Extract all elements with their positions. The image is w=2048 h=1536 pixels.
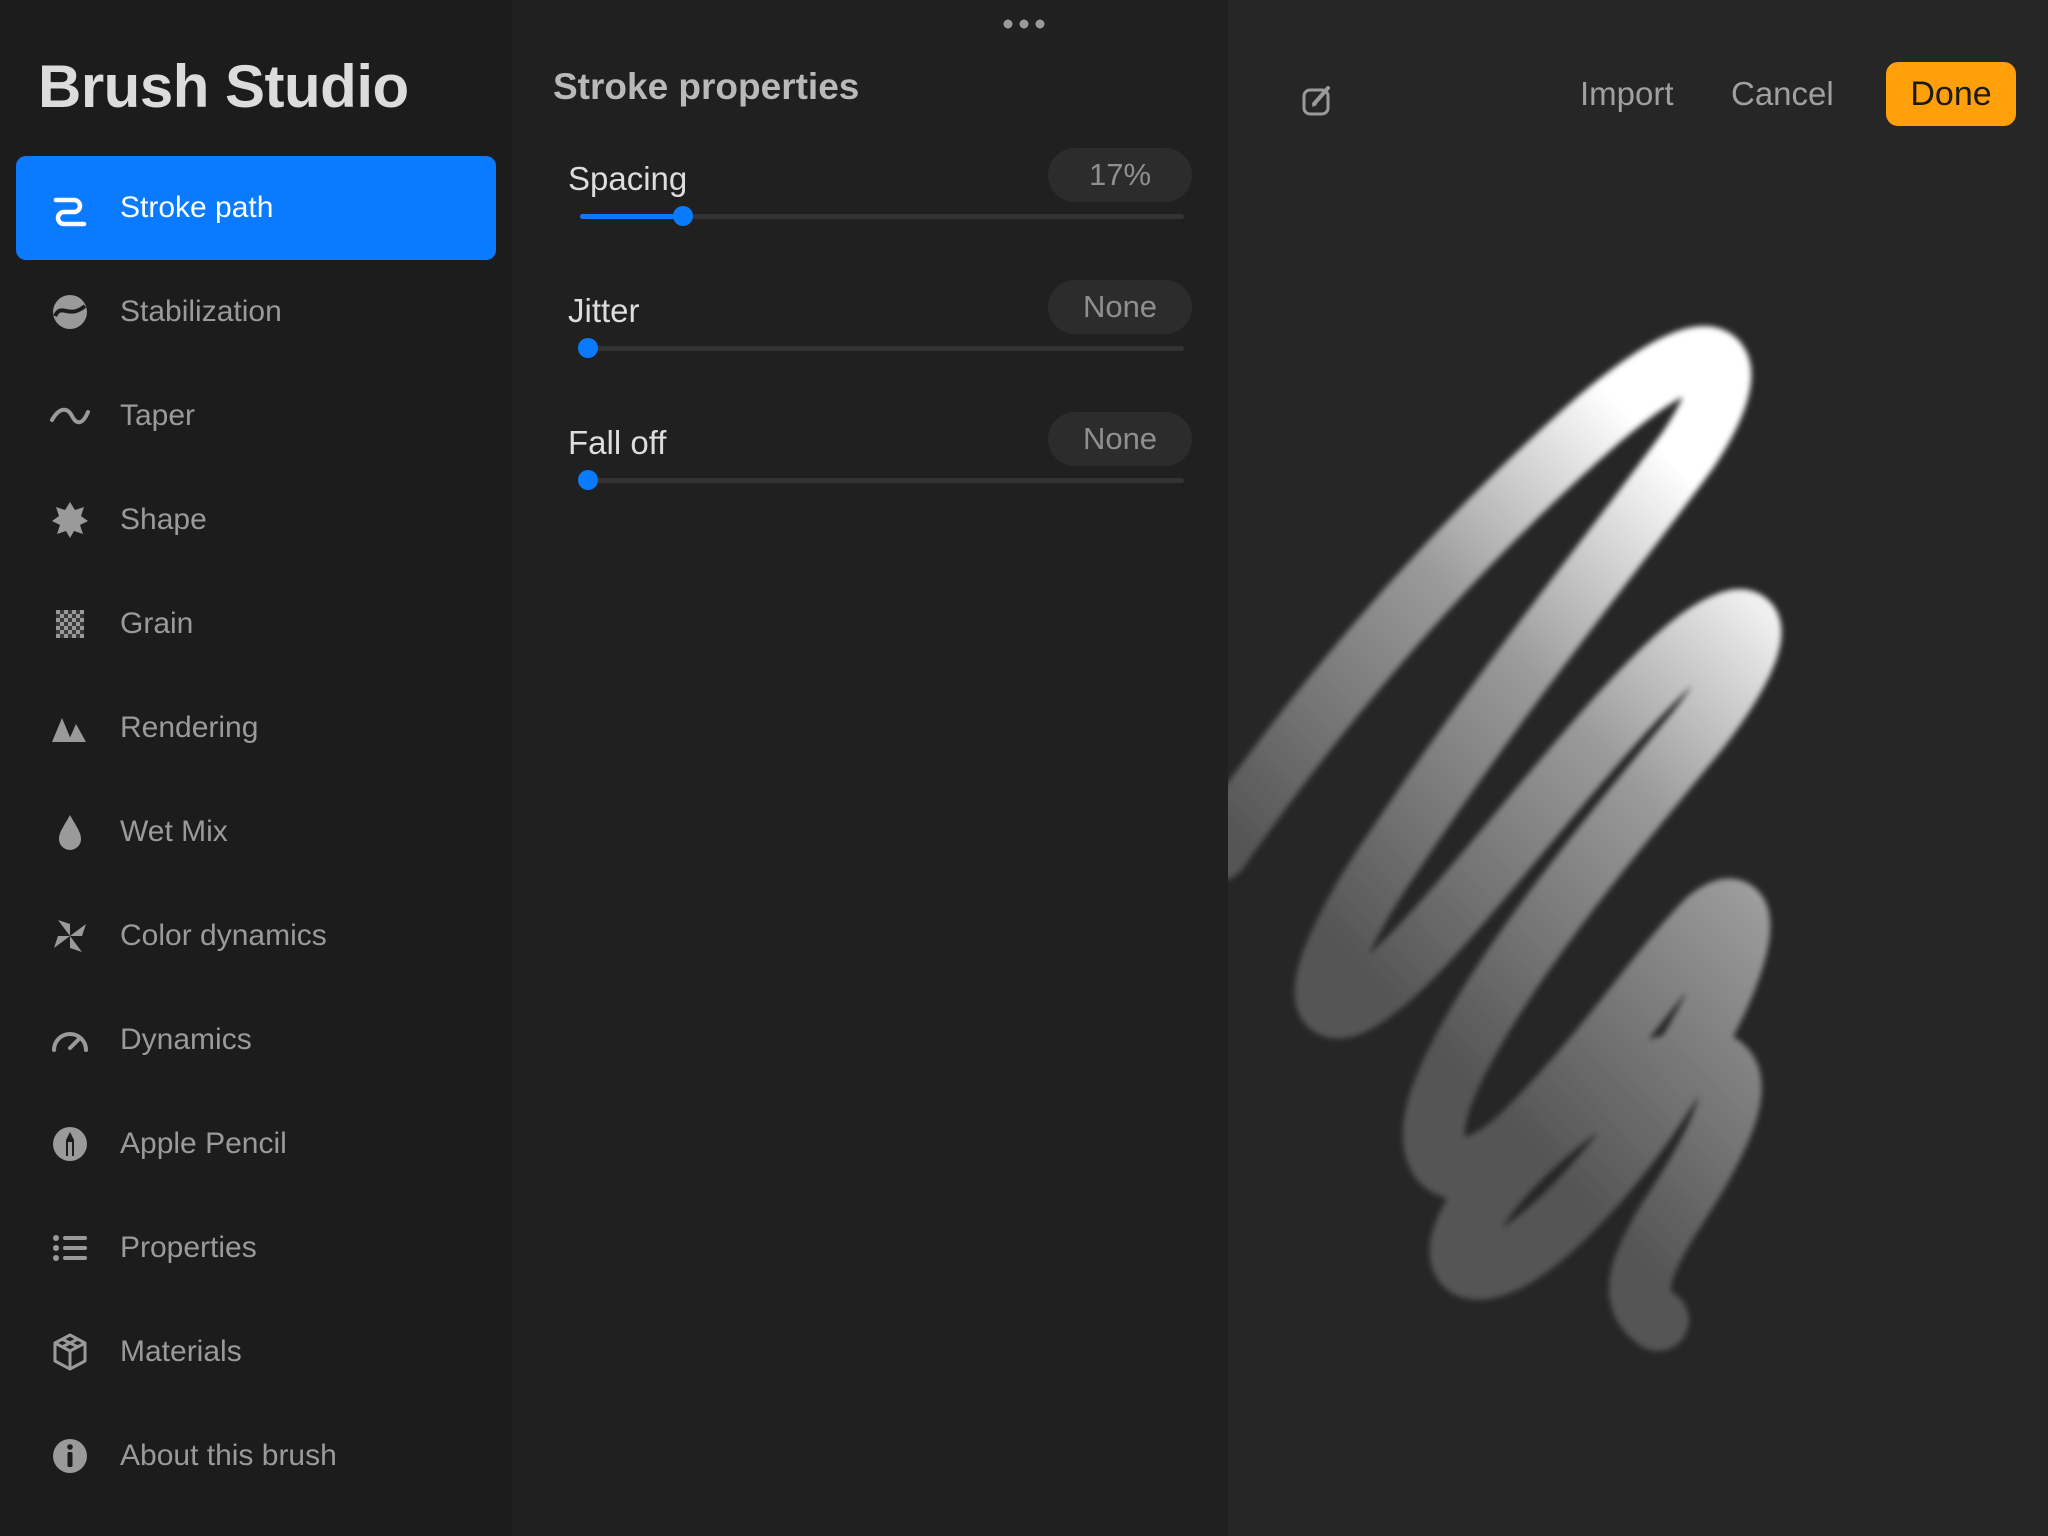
cancel-button[interactable]: Cancel [1731,64,1834,124]
dynamics-icon [50,1020,90,1060]
sidebar-item-materials[interactable]: Materials [16,1300,496,1404]
sidebar-item-label: Wet Mix [120,815,228,848]
spacing-slider-thumb[interactable] [672,206,693,226]
sidebar-item-properties[interactable]: Properties [16,1196,496,1300]
fall-off-label: Fall off [568,424,667,461]
fall-off-slider[interactable] [578,470,1184,490]
done-button[interactable]: Done [1886,62,2016,126]
sidebar-item-color-dynamics[interactable]: Color dynamics [16,884,496,988]
sidebar-nav: Stroke path Stabilization Taper Shape Gr… [16,156,496,1508]
sidebar-item-label: Dynamics [120,1023,252,1056]
drawing-pad[interactable]: Import Cancel Done [1228,0,2048,1536]
edit-drawing-pad-icon[interactable] [1298,80,1338,120]
sidebar-item-about-this-brush[interactable]: About this brush [16,1404,496,1508]
taper-icon [50,396,90,436]
jitter-setting: Jitter None [568,280,1192,390]
sidebar-item-apple-pencil[interactable]: Apple Pencil [16,1092,496,1196]
brush-stroke-preview [1228,326,1782,1351]
sidebar-item-label: Stabilization [120,295,282,328]
wet-mix-icon [50,812,90,852]
spacing-slider[interactable] [580,206,1184,226]
sidebar-item-label: Shape [120,503,207,536]
properties-icon [50,1228,90,1268]
app-title: Brush Studio [38,53,409,120]
spacing-value[interactable]: 17% [1048,148,1192,202]
sidebar-item-rendering[interactable]: Rendering [16,676,496,780]
sidebar-item-label: Color dynamics [120,919,327,952]
fall-off-value[interactable]: None [1048,412,1192,466]
sidebar-item-label: Properties [120,1231,257,1264]
sidebar-item-label: Materials [120,1335,242,1368]
more-options-icon[interactable] [1000,16,1048,32]
jitter-value[interactable]: None [1048,280,1192,334]
color-dynamics-icon [50,916,90,956]
sidebar-item-wet-mix[interactable]: Wet Mix [16,780,496,884]
sidebar: Brush Studio Stroke path Stabilization T… [0,0,512,1536]
sidebar-item-taper[interactable]: Taper [16,364,496,468]
stroke-path-icon [50,188,90,228]
shape-icon [50,500,90,540]
import-button[interactable]: Import [1580,64,1674,124]
rendering-icon [50,708,90,748]
jitter-slider[interactable] [578,338,1184,358]
sidebar-item-label: Rendering [120,711,259,744]
spacing-slider-fill [580,214,683,219]
sidebar-item-grain[interactable]: Grain [16,572,496,676]
spacing-label: Spacing [568,160,688,197]
settings-panel: Stroke properties Spacing 17% Jitter Non… [512,0,1228,1536]
sidebar-item-label: About this brush [120,1439,337,1472]
fall-off-setting: Fall off None [568,412,1192,522]
sidebar-item-stabilization[interactable]: Stabilization [16,260,496,364]
sidebar-item-stroke-path[interactable]: Stroke path [16,156,496,260]
panel-title: Stroke properties [553,66,860,107]
sidebar-item-label: Apple Pencil [120,1127,287,1160]
jitter-slider-thumb[interactable] [578,338,598,358]
spacing-setting: Spacing 17% [568,148,1192,258]
info-icon [50,1436,90,1476]
fall-off-slider-thumb[interactable] [578,470,598,490]
stabilization-icon [50,292,90,332]
sidebar-item-dynamics[interactable]: Dynamics [16,988,496,1092]
materials-icon [50,1332,90,1372]
apple-pencil-icon [50,1124,90,1164]
sidebar-item-label: Taper [120,399,196,432]
jitter-label: Jitter [568,292,640,329]
sidebar-item-label: Stroke path [120,191,274,224]
sidebar-item-label: Grain [120,607,194,640]
grain-icon [50,604,90,644]
sidebar-item-shape[interactable]: Shape [16,468,496,572]
